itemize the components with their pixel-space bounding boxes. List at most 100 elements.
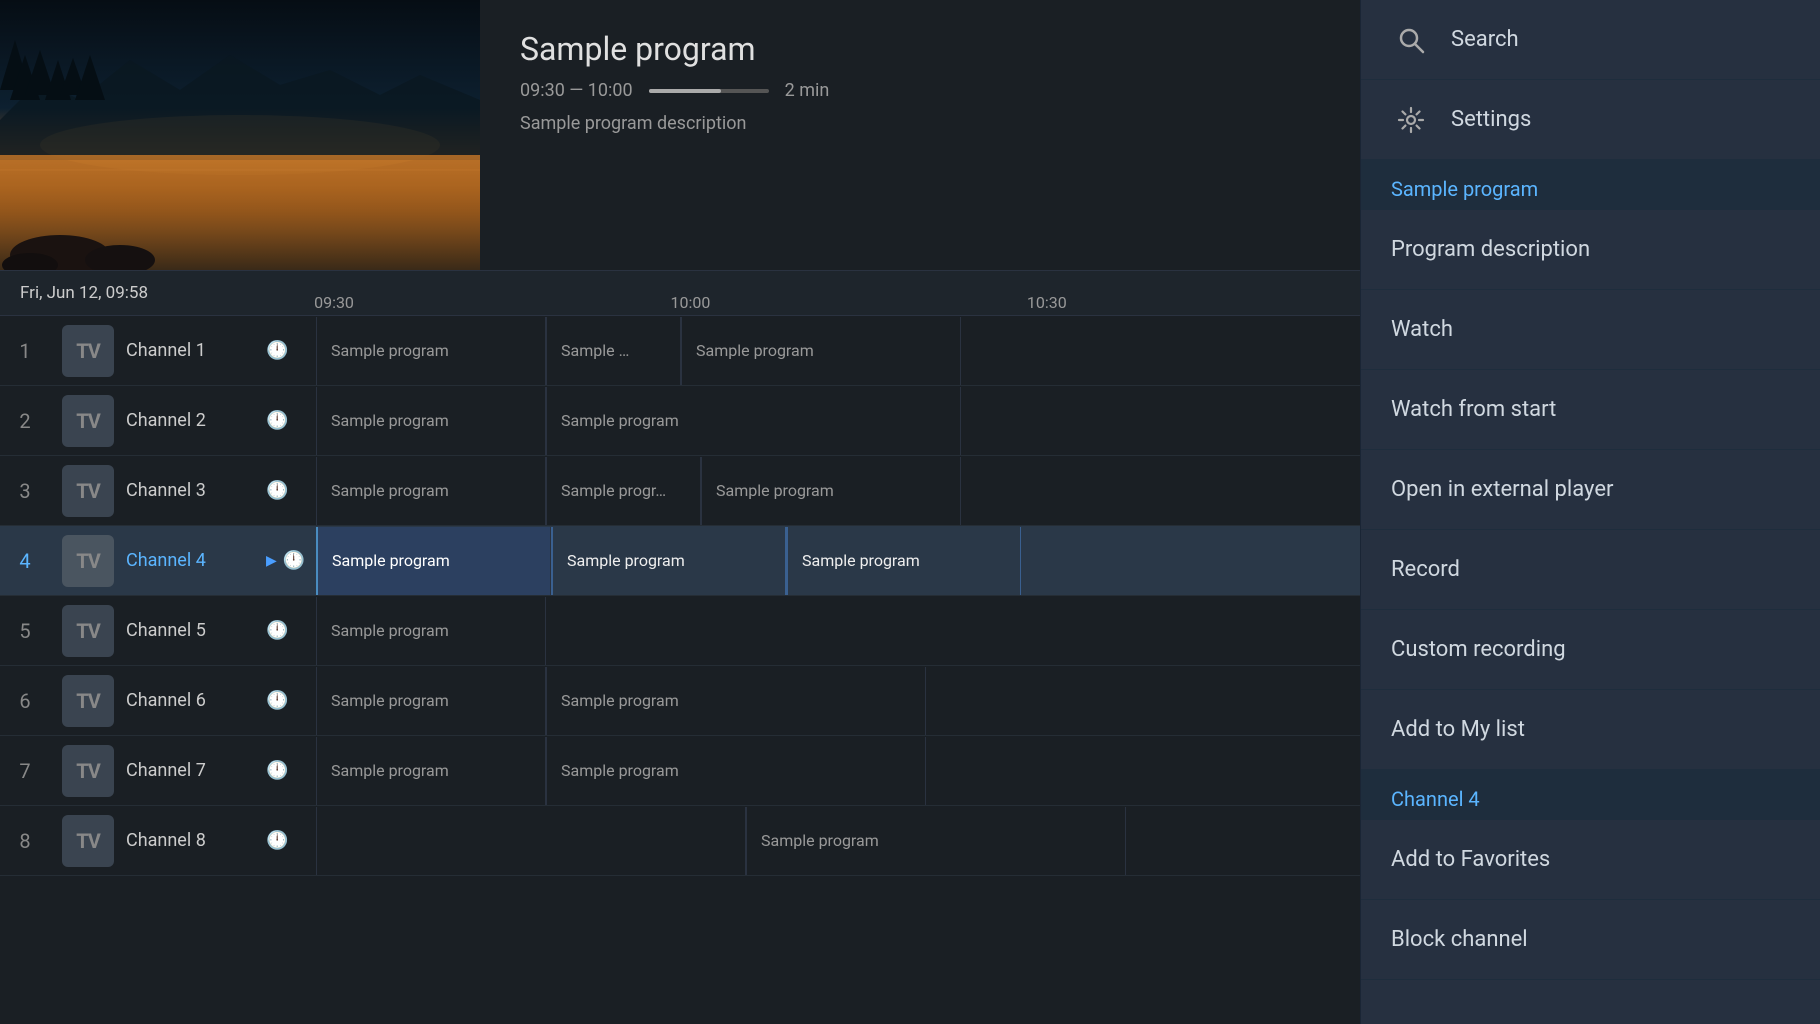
history-icon-8: 🕛 — [266, 830, 288, 851]
channel-number-8: 8 — [0, 829, 50, 853]
gear-icon — [1391, 100, 1431, 140]
channel-row-8[interactable]: 8 TV Channel 8 🕛 Sample program — [0, 806, 1360, 876]
channel-row-2[interactable]: 2 TV Channel 2 🕛 Sample program Sample p… — [0, 386, 1360, 456]
history-icon-6: 🕛 — [266, 690, 288, 711]
channel-icon-4: TV — [62, 535, 114, 587]
time-marker-1: 09:30 — [314, 293, 354, 312]
channel-number-4: 4 — [0, 549, 50, 573]
channel-row-6[interactable]: 6 TV Channel 6 🕛 Sample program Sample p… — [0, 666, 1360, 736]
programs-area-6: Sample program Sample program — [316, 667, 1360, 735]
search-label: Search — [1451, 27, 1519, 52]
sidebar: Search Settings Sample program Program d… — [1360, 0, 1820, 1024]
programs-area-3: Sample program Sample progr… Sample prog… — [316, 457, 1360, 525]
programs-area-1: Sample program Sample … Sample program — [316, 317, 1360, 385]
program-description: Sample program description — [520, 113, 1320, 134]
tv-icon-6: TV — [76, 689, 100, 713]
program-duration: 2 min — [785, 80, 830, 101]
program-cell[interactable]: Sample program — [316, 737, 546, 805]
timeline-header: Fri, Jun 12, 09:58 09:30 10:00 10:30 — [0, 270, 1360, 316]
channel-actions-2: 🕛 — [266, 410, 316, 431]
top-info: Sample program 09:30 — 10:00 2 min Sampl… — [0, 0, 1360, 270]
sidebar-item-add-favorites[interactable]: Add to Favorites — [1361, 820, 1820, 900]
sidebar-item-custom-recording[interactable]: Custom recording — [1361, 610, 1820, 690]
add-my-list-label: Add to My list — [1391, 717, 1525, 742]
channel-row-3[interactable]: 3 TV Channel 3 🕛 Sample program Sample p… — [0, 456, 1360, 526]
tv-icon-5: TV — [76, 619, 100, 643]
programs-area-8: Sample program — [316, 807, 1360, 875]
settings-label: Settings — [1451, 107, 1531, 132]
programs-area-5: Sample program — [316, 597, 1360, 665]
channel-row-7[interactable]: 7 TV Channel 7 🕛 Sample program Sample p… — [0, 736, 1360, 806]
sidebar-item-search[interactable]: Search — [1361, 0, 1820, 80]
channel-name-6: Channel 6 — [126, 690, 266, 711]
program-cell[interactable]: Sample program — [546, 387, 961, 455]
channel-actions-6: 🕛 — [266, 690, 316, 711]
tv-icon-7: TV — [76, 759, 100, 783]
external-player-label: Open in external player — [1391, 477, 1613, 502]
channel-grid: 1 TV Channel 1 🕛 Sample program Sample …… — [0, 316, 1360, 1024]
channel-row-5[interactable]: 5 TV Channel 5 🕛 Sample program — [0, 596, 1360, 666]
channel-row-4[interactable]: 4 TV Channel 4 ▶ 🕛 Sample program Sample… — [0, 526, 1360, 596]
channel-actions-4: ▶ 🕛 — [266, 550, 316, 571]
channel-icon-3: TV — [62, 465, 114, 517]
time-marker-2: 10:00 — [670, 293, 710, 312]
program-cell[interactable]: Sample program — [681, 317, 961, 385]
program-title: Sample program — [520, 30, 1320, 68]
program-cell[interactable]: Sample program — [546, 737, 926, 805]
channel-icon-1: TV — [62, 325, 114, 377]
program-cell-selected[interactable]: Sample program — [316, 527, 551, 595]
sidebar-item-add-my-list[interactable]: Add to My list — [1361, 690, 1820, 770]
channel-number-1: 1 — [0, 339, 50, 363]
history-icon-2: 🕛 — [266, 410, 288, 431]
sidebar-item-settings[interactable]: Settings — [1361, 80, 1820, 160]
program-cell-highlighted[interactable]: Sample program — [786, 527, 1021, 595]
channel-number-2: 2 — [0, 409, 50, 433]
sidebar-item-program-description[interactable]: Program description — [1361, 210, 1820, 290]
history-icon-3: 🕛 — [266, 480, 288, 501]
watch-from-start-label: Watch from start — [1391, 397, 1556, 422]
tv-icon-8: TV — [76, 829, 100, 853]
program-cell[interactable]: Sample program — [316, 457, 546, 525]
program-cell[interactable] — [316, 807, 746, 875]
programs-area-7: Sample program Sample program — [316, 737, 1360, 805]
program-thumbnail — [0, 0, 480, 270]
sidebar-item-record[interactable]: Record — [1361, 530, 1820, 610]
channel-number-5: 5 — [0, 619, 50, 643]
sidebar-item-external-player[interactable]: Open in external player — [1361, 450, 1820, 530]
program-info: Sample program 09:30 — 10:00 2 min Sampl… — [480, 0, 1360, 270]
sidebar-item-watch-from-start[interactable]: Watch from start — [1361, 370, 1820, 450]
sidebar-section-program: Sample program — [1361, 160, 1820, 210]
sidebar-item-watch[interactable]: Watch — [1361, 290, 1820, 370]
program-time: 09:30 — 10:00 — [520, 80, 633, 101]
program-cell[interactable]: Sample program — [316, 597, 546, 665]
block-channel-label: Block channel — [1391, 927, 1528, 952]
program-cell[interactable]: Sample program — [546, 667, 926, 735]
sidebar-item-block-channel[interactable]: Block channel — [1361, 900, 1820, 980]
channel-icon-5: TV — [62, 605, 114, 657]
channel-name-1: Channel 1 — [126, 340, 266, 361]
channel-actions-1: 🕛 — [266, 340, 316, 361]
channel-number-7: 7 — [0, 759, 50, 783]
tv-icon-3: TV — [76, 479, 100, 503]
record-label: Record — [1391, 557, 1460, 582]
channel-icon-8: TV — [62, 815, 114, 867]
program-cell[interactable]: Sample program — [316, 317, 546, 385]
search-icon — [1391, 20, 1431, 60]
channel-icon-2: TV — [62, 395, 114, 447]
channel-row-1[interactable]: 1 TV Channel 1 🕛 Sample program Sample …… — [0, 316, 1360, 386]
channel-actions-8: 🕛 — [266, 830, 316, 851]
tv-icon-2: TV — [76, 409, 100, 433]
program-cell[interactable]: Sample program — [746, 807, 1126, 875]
program-cell-highlighted[interactable]: Sample program — [551, 527, 786, 595]
program-cell[interactable]: Sample program — [316, 667, 546, 735]
program-cell[interactable]: Sample … — [546, 317, 681, 385]
play-icon-4: ▶ — [266, 553, 277, 569]
channel-number-6: 6 — [0, 689, 50, 713]
program-cell[interactable]: Sample program — [316, 387, 546, 455]
history-icon-1: 🕛 — [266, 340, 288, 361]
progress-bar-fill — [649, 89, 721, 93]
tv-icon-1: TV — [76, 339, 100, 363]
channel-icon-7: TV — [62, 745, 114, 797]
program-cell[interactable]: Sample program — [701, 457, 961, 525]
program-cell[interactable]: Sample progr… — [546, 457, 701, 525]
